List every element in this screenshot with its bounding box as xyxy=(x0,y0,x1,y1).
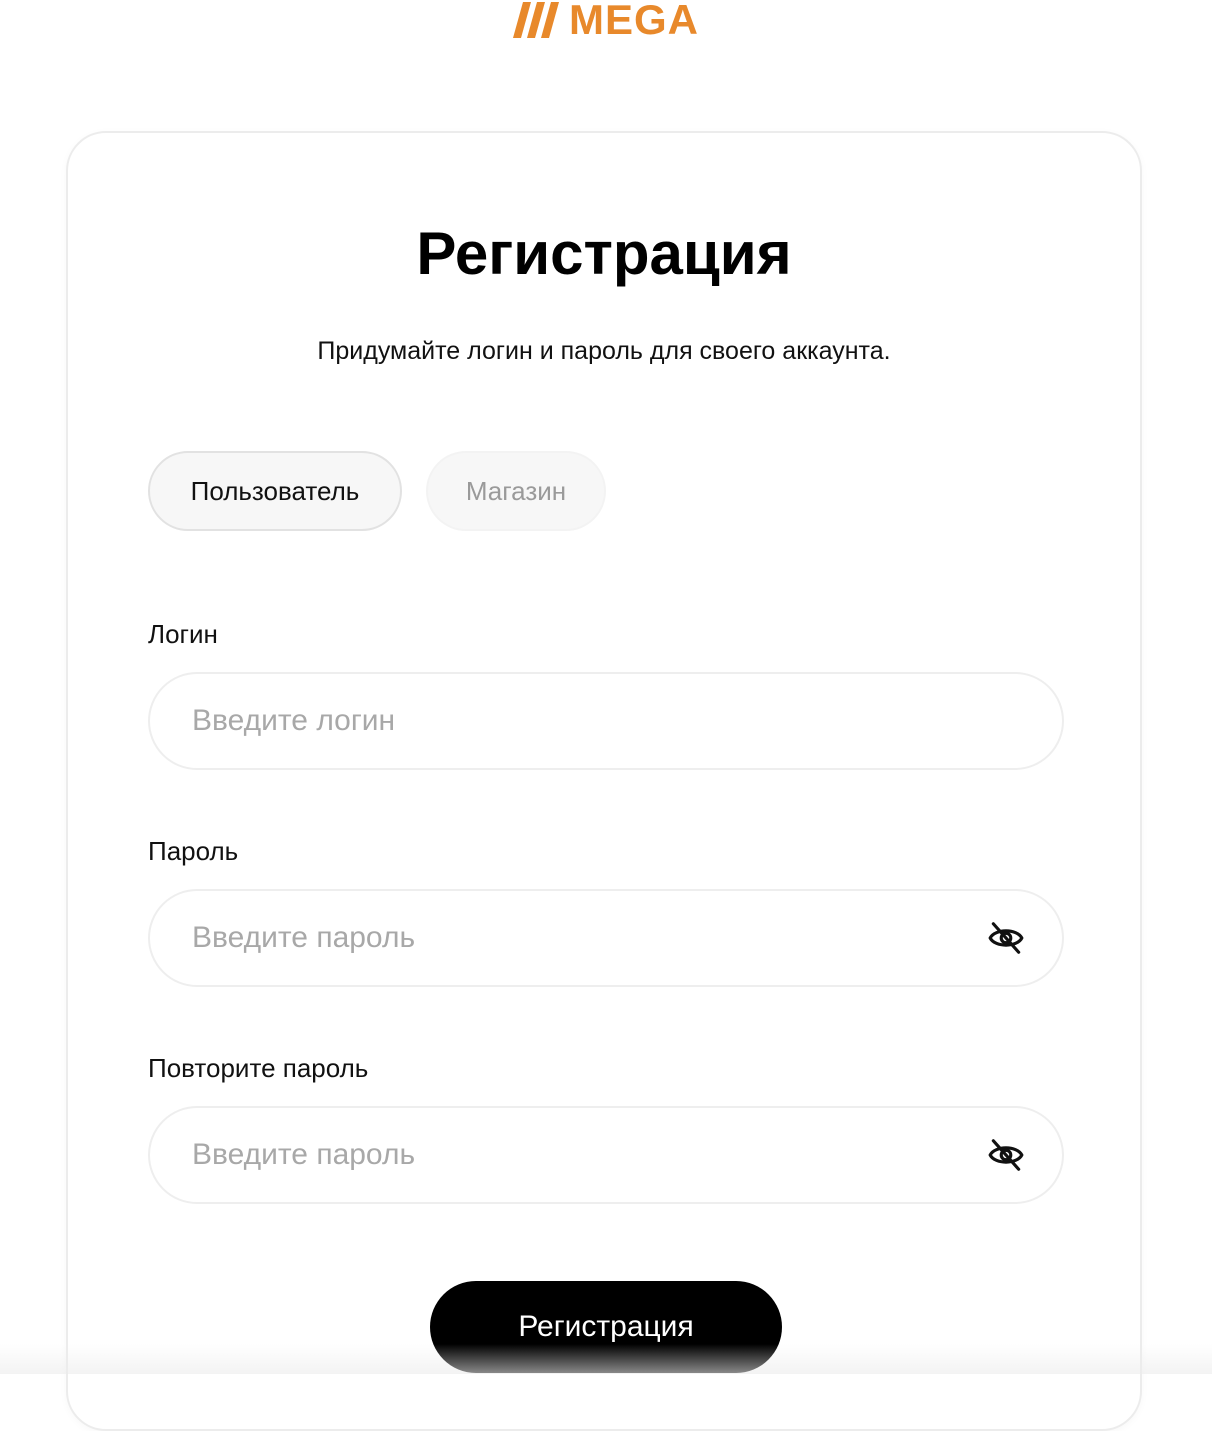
login-field-container xyxy=(148,672,1064,770)
password-input[interactable] xyxy=(190,907,986,969)
page-title: Регистрация xyxy=(416,220,792,287)
password-repeat-input[interactable] xyxy=(190,1124,986,1186)
eye-off-icon[interactable] xyxy=(986,1135,1026,1175)
logo-text: MEGA xyxy=(569,0,699,43)
password-field-container xyxy=(148,889,1064,987)
password-label: Пароль xyxy=(148,836,239,866)
tab-user[interactable]: Пользователь xyxy=(148,451,402,531)
register-button[interactable]: Регистрация xyxy=(430,1281,782,1373)
login-label: Логин xyxy=(148,619,218,649)
account-type-tabs: Пользователь Магазин xyxy=(148,451,606,531)
password-repeat-label: Повторите пароль xyxy=(148,1053,369,1083)
page-subtitle: Придумайте логин и пароль для своего акк… xyxy=(317,337,891,365)
login-input[interactable] xyxy=(190,690,1062,752)
registration-card: Регистрация Придумайте логин и пароль дл… xyxy=(66,131,1142,1431)
password-repeat-field-container xyxy=(148,1106,1064,1204)
tab-shop[interactable]: Магазин xyxy=(426,451,606,531)
brand-logo[interactable]: MEGA xyxy=(0,0,1212,44)
eye-off-icon[interactable] xyxy=(986,918,1026,958)
logo-slashes-icon xyxy=(513,2,567,38)
